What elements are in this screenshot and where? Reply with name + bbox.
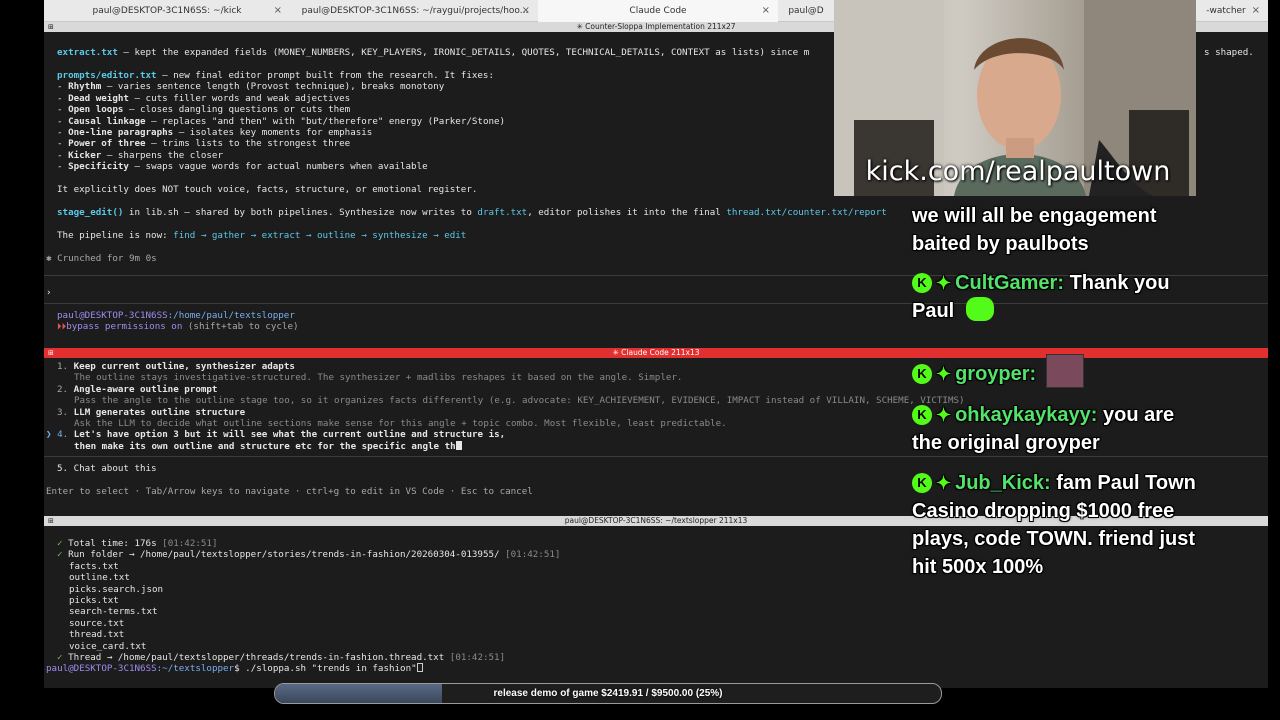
tab-label: -watcher	[1206, 6, 1246, 16]
file-item: thread.txt	[69, 629, 125, 641]
tab-label: paul@DESKTOP-3C1N6SS: ~/kick	[92, 6, 242, 16]
pane-icon: ⊞	[48, 517, 54, 525]
pipeline-line: The pipeline is now: find → gather → ext…	[57, 230, 467, 241]
pane-icon: ⊞	[48, 349, 54, 357]
close-icon[interactable]: ×	[762, 5, 770, 16]
fix-item: - Specificity — swaps vague words for ac…	[57, 161, 428, 173]
option-1[interactable]: 1. Keep current outline, synthesizer ada…	[57, 361, 295, 372]
extract-tail: s shaped.	[1204, 47, 1254, 58]
option-4-selected[interactable]: ❯ 4. Let's have option 3 but it will see…	[46, 429, 505, 440]
option-3[interactable]: 3. LLM generates outline structure	[57, 407, 245, 418]
donation-goal-bar: release demo of game $2419.91 / $9500.00…	[274, 683, 942, 704]
bypass-status: ⏵⏵bypass permissions on (shift+tab to cy…	[57, 321, 299, 333]
chat-message: K ✦ Jub_Kick: fam Paul Town Casino droppin…	[912, 469, 1202, 581]
pane-title: paul@DESKTOP-3C1N6SS: ~/textslopper 211x…	[564, 516, 748, 525]
tab-kick[interactable]: paul@DESKTOP-3C1N6SS: ~/kick ×	[44, 0, 290, 22]
extract-file: extract.txt	[57, 47, 118, 58]
chat-username[interactable]: groyper:	[955, 363, 1036, 385]
fix-item: - Open loops — closes dangling questions…	[57, 104, 351, 116]
chat-text: we will all be engagement baited by paul…	[912, 205, 1157, 255]
tab-claude-code[interactable]: Claude Code ×	[538, 0, 778, 22]
kick-badge-icon: K	[912, 473, 932, 493]
keyboard-help: Enter to select · Tab/Arrow keys to navi…	[46, 486, 533, 497]
extract-line: extract.txt — kept the expanded fields (…	[57, 47, 809, 58]
option-2[interactable]: 2. Angle-aware outline prompt	[57, 384, 217, 395]
file-item: search-terms.txt	[69, 606, 158, 618]
chat-message: K ✦ CultGamer: Thank you Paul	[912, 269, 1202, 325]
bypass-icon: ⏵⏵	[57, 321, 67, 333]
fix-item: - Causal linkage — replaces "and then" w…	[57, 115, 506, 127]
option-5[interactable]: 5. Chat about this	[57, 463, 157, 474]
fix-item: - Kicker — sharpens the closer	[57, 149, 223, 161]
selected-marker: ❯	[46, 429, 52, 441]
tab-label: paul@D	[788, 6, 824, 16]
emote-icon	[1045, 354, 1084, 388]
fix-item: - Dead weight — cuts filler words and we…	[57, 92, 351, 104]
pane-title: ✳ Counter-Sloppa Implementation 211x27	[576, 22, 736, 31]
donation-goal-text: release demo of game $2419.91 / $9500.00…	[493, 688, 723, 699]
kick-badge-icon: K	[912, 364, 932, 384]
sparkle-badge-icon: ✦	[936, 405, 952, 425]
sparkle-badge-icon: ✦	[936, 273, 952, 293]
option-4-input[interactable]: then make its own outline and structure …	[74, 440, 462, 452]
stream-url-overlay: kick.com/realpaultown	[865, 156, 1171, 187]
tab-watcher[interactable]: -watcher ×	[1184, 0, 1268, 22]
option-desc: Pass the angle to the outline stage too,…	[74, 395, 965, 407]
chat-message: K ✦ groyper:	[912, 354, 1202, 388]
chat-message: K ✦ ohkaykaykayy: you are the original gro…	[912, 401, 1202, 457]
chat-username[interactable]: Jub_Kick:	[955, 472, 1051, 494]
emote-icon	[965, 297, 994, 321]
prompt-file: prompts/editor.txt	[57, 70, 157, 81]
prompt-text: — new final editor prompt built from the…	[156, 70, 494, 81]
option-desc: Ask the LLM to decide what outline secti…	[74, 418, 727, 429]
extract-text: — kept the expanded fields (MONEY_NUMBER…	[117, 47, 810, 58]
tab-label: Claude Code	[629, 6, 687, 16]
file-item: outline.txt	[69, 572, 130, 584]
close-icon[interactable]: ×	[1252, 5, 1260, 16]
not-touch-note: It explicitly does NOT touch voice, fact…	[57, 184, 478, 195]
shell-command-line[interactable]: paul@DESKTOP-3C1N6SS:~/textslopper$ ./sl…	[46, 663, 423, 674]
file-item: voice_card.txt	[69, 640, 147, 652]
check-icon: ✓	[57, 538, 63, 549]
pane-icon: ⊞	[48, 23, 54, 31]
prompt-file-line: prompts/editor.txt — new final editor pr…	[57, 70, 494, 81]
sparkle-badge-icon: ✦	[936, 473, 952, 493]
fix-item: - One-line paragraphs — isolates key mom…	[57, 127, 373, 138]
tab-label: paul@DESKTOP-3C1N6SS: ~/raygui/projects/…	[301, 6, 529, 16]
kick-badge-icon: K	[912, 405, 932, 425]
fix-item: - Power of three — trims lists to the st…	[57, 138, 351, 150]
chat-username[interactable]: CultGamer:	[955, 272, 1064, 294]
fix-item: - Rhythm — varies sentence length (Provo…	[57, 81, 445, 93]
text-cursor	[416, 663, 423, 673]
file-item: picks.txt	[69, 595, 119, 606]
chat-username[interactable]: ohkaykaykayy:	[955, 404, 1097, 426]
file-item: facts.txt	[69, 560, 119, 572]
pane-title: ✳ Claude Code 211x13	[612, 348, 700, 357]
tab-desktop[interactable]: paul@D	[780, 0, 832, 22]
total-time-line: ✓ Total time: 176s [01:42:51]	[57, 538, 218, 549]
close-icon[interactable]: ×	[522, 5, 530, 16]
check-icon: ✓	[57, 652, 63, 663]
kick-badge-icon: K	[912, 273, 932, 293]
stage-edit-line: stage_edit() in lib.sh — shared by both …	[57, 207, 887, 218]
thread-line: ✓ Thread → /home/paul/textslopper/thread…	[57, 652, 506, 663]
chat-message: we will all be engagement baited by paul…	[912, 202, 1202, 258]
file-item: picks.search.json	[69, 583, 164, 595]
option-desc: The outline stays investigative-structur…	[74, 372, 683, 384]
sparkle-badge-icon: ✦	[936, 364, 952, 384]
prompt-input[interactable]: ›	[46, 287, 52, 298]
shell-prompt: paul@DESKTOP-3C1N6SS:/home/paul/textslop…	[57, 310, 295, 321]
run-folder-line: ✓ Run folder → /home/paul/textslopper/st…	[57, 549, 561, 561]
crunched-status: ✱ Crunched for 9m 0s	[46, 253, 157, 264]
text-cursor	[455, 440, 462, 450]
tab-raygui[interactable]: paul@DESKTOP-3C1N6SS: ~/raygui/projects/…	[292, 0, 538, 22]
close-icon[interactable]: ×	[274, 5, 282, 16]
file-item: source.txt	[69, 617, 125, 629]
check-icon: ✓	[57, 549, 63, 561]
